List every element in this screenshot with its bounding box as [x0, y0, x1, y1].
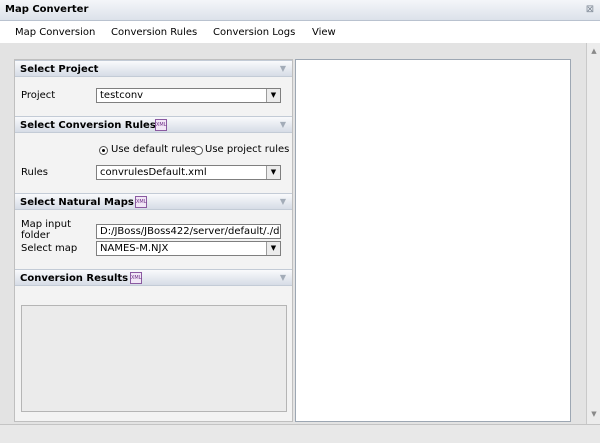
rules-select-value: convrulesDefault.xml — [100, 167, 207, 178]
chevron-down-icon[interactable]: ▼ — [266, 166, 280, 179]
xml-icon[interactable]: XML — [155, 119, 167, 131]
menu-bar: Map Conversion Conversion Rules Conversi… — [0, 22, 600, 43]
radio-project-rules-label: Use project rules — [205, 144, 290, 155]
conversion-results-box[interactable] — [21, 305, 287, 412]
chevron-down-icon[interactable]: ▼ — [266, 89, 280, 102]
section-title-maps: Select Natural Maps — [20, 197, 134, 208]
rules-select[interactable]: convrulesDefault.xml ▼ — [96, 165, 281, 180]
menu-view[interactable]: View — [312, 27, 336, 38]
section-header-maps[interactable]: Select Natural Maps XML ▼ — [15, 193, 292, 210]
section-title-rules: Select Conversion Rules — [20, 120, 156, 131]
scroll-down-icon[interactable]: ▼ — [590, 410, 598, 418]
section-header-rules[interactable]: Select Conversion Rules XML ▼ — [15, 116, 292, 133]
rules-label: Rules — [21, 167, 48, 178]
left-panel: Select Project ▼ Project testconv ▼ Sele… — [14, 59, 293, 422]
radio-default-rules[interactable] — [99, 146, 108, 155]
xml-icon[interactable]: XML — [135, 196, 147, 208]
title-bar: Map Converter ⊠ — [0, 0, 600, 21]
map-input-folder-field[interactable]: D:/JBoss/JBoss422/server/default/./dep — [96, 224, 281, 239]
scroll-up-icon[interactable]: ▲ — [590, 47, 598, 55]
window-title: Map Converter — [5, 4, 89, 15]
project-select[interactable]: testconv ▼ — [96, 88, 281, 103]
collapse-icon[interactable]: ▼ — [280, 64, 286, 73]
menu-map-conversion[interactable]: Map Conversion — [15, 27, 95, 38]
map-input-folder-value: D:/JBoss/JBoss422/server/default/./dep — [100, 226, 281, 237]
vertical-scrollbar[interactable]: ▲ ▼ — [586, 43, 600, 424]
section-title-project: Select Project — [20, 64, 99, 75]
collapse-icon[interactable]: ▼ — [280, 197, 286, 206]
section-header-results[interactable]: Conversion Results XML ▼ — [15, 269, 292, 286]
right-panel[interactable] — [295, 59, 571, 422]
map-select[interactable]: NAMES-M.NJX ▼ — [96, 241, 281, 256]
map-input-folder-label: Map input folder — [21, 219, 72, 241]
status-bar — [0, 424, 600, 443]
radio-project-rules[interactable] — [194, 146, 203, 155]
collapse-icon[interactable]: ▼ — [280, 273, 286, 282]
menu-conversion-rules[interactable]: Conversion Rules — [111, 27, 197, 38]
workspace: Select Project ▼ Project testconv ▼ Sele… — [0, 43, 600, 424]
xml-icon[interactable]: XML — [130, 272, 142, 284]
section-header-project[interactable]: Select Project ▼ — [15, 60, 292, 77]
radio-default-rules-label: Use default rules — [111, 144, 196, 155]
menu-conversion-logs[interactable]: Conversion Logs — [213, 27, 295, 38]
close-icon[interactable]: ⊠ — [584, 4, 596, 16]
project-label: Project — [21, 90, 56, 101]
collapse-icon[interactable]: ▼ — [280, 120, 286, 129]
map-select-value: NAMES-M.NJX — [100, 243, 169, 254]
chevron-down-icon[interactable]: ▼ — [266, 242, 280, 255]
project-select-value: testconv — [100, 90, 144, 101]
section-title-results: Conversion Results — [20, 273, 129, 284]
select-map-label: Select map — [21, 243, 78, 254]
